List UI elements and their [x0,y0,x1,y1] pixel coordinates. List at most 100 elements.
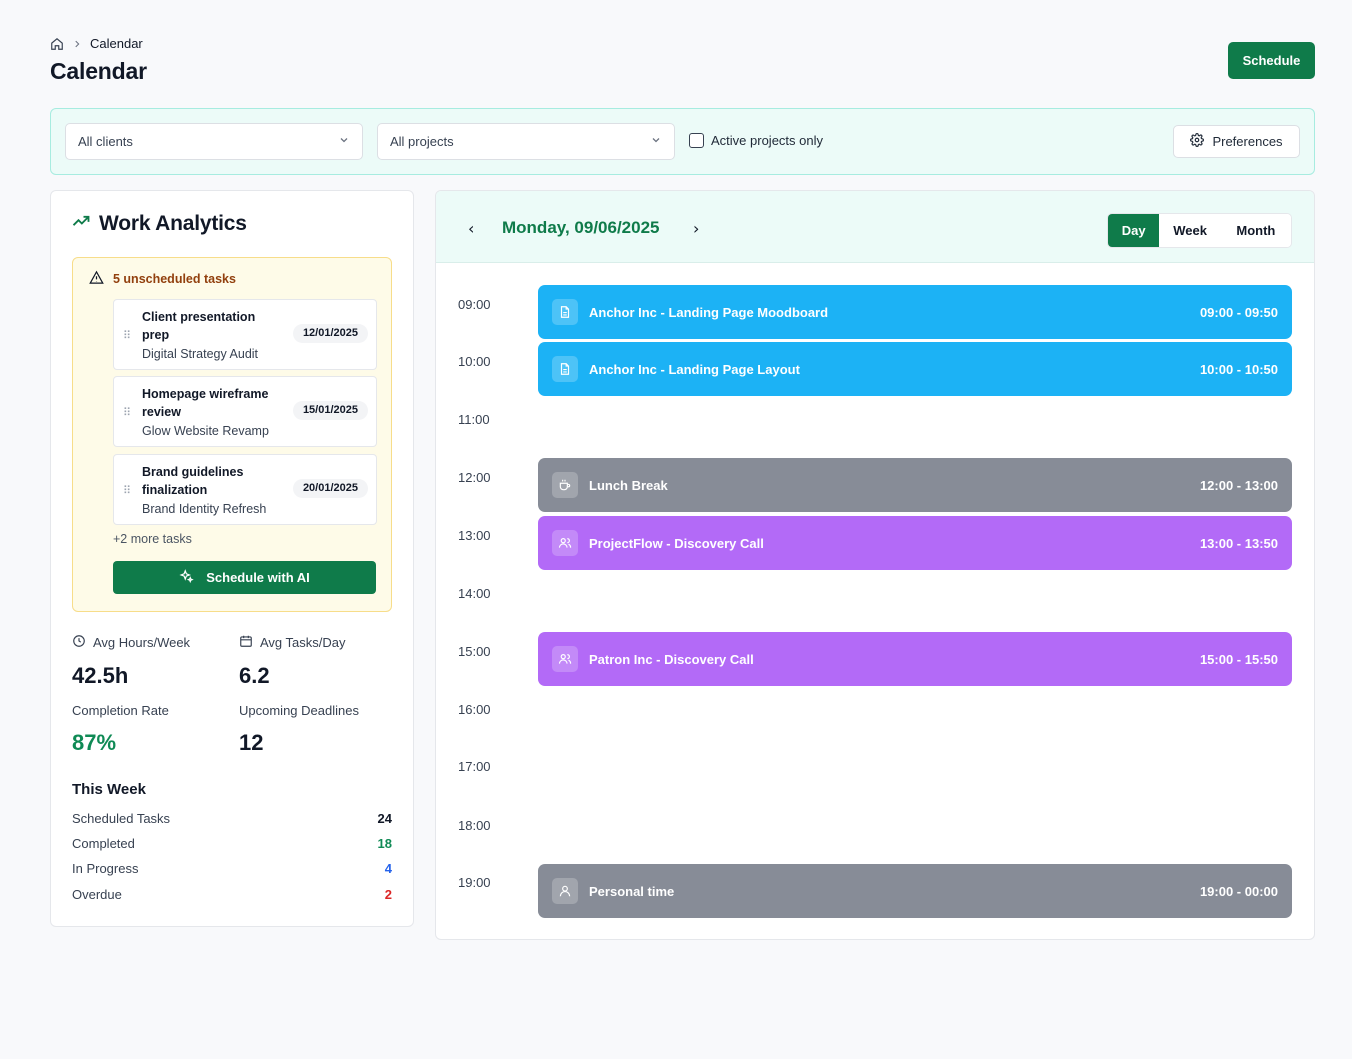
unscheduled-task-card[interactable]: ⠿ Client presentation prep Digital Strat… [113,299,377,370]
week-stat-value: 4 [384,861,392,876]
active-projects-label: Active projects only [711,133,823,148]
event-time: 13:00 - 13:50 [1199,535,1278,551]
unscheduled-tasks-box: 5 unscheduled tasks ⠿ Client presentatio… [72,257,392,612]
task-project: Brand Identity Refresh [142,502,267,516]
calendar-event[interactable]: ProjectFlow - Discovery Call 13:00 - 13:… [538,516,1292,570]
active-projects-checkbox[interactable] [689,133,704,148]
drag-handle-icon[interactable]: ⠿ [123,484,131,497]
users-icon [552,530,578,556]
calendar-event[interactable]: Lunch Break 12:00 - 13:00 [538,458,1292,512]
event-time: 10:00 - 10:50 [1199,361,1278,377]
event-title: Anchor Inc - Landing Page Layout [589,361,800,377]
task-due-date-badge: 20/01/2025 [292,479,368,498]
calendar-panel: ‹ Monday, 09/06/2025 › Day Week Month 09… [435,190,1315,940]
week-stat-row: In Progress 4 [72,861,392,876]
event-time: 09:00 - 09:50 [1199,304,1278,320]
active-projects-toggle[interactable]: Active projects only [689,133,823,148]
time-label: 18:00 [458,818,491,833]
completion-rate-label: Completion Rate [72,703,169,718]
task-title: Homepage wireframe review [142,387,269,419]
gear-icon [1190,133,1205,150]
clients-select[interactable]: All clients [65,123,363,160]
week-stat-label: Completed [72,836,135,851]
avg-hours-value: 42.5h [72,663,129,688]
clients-select-value: All clients [78,134,133,149]
view-day-button[interactable]: Day [1108,214,1160,247]
calendar-event[interactable]: Anchor Inc - Landing Page Moodboard 09:0… [538,285,1292,339]
task-project: Digital Strategy Audit [142,347,259,361]
time-label: 12:00 [458,470,491,485]
analytics-title: Work Analytics [71,211,247,237]
users-icon [552,646,578,672]
event-title: Lunch Break [589,477,668,493]
chevron-down-icon [338,134,350,149]
clock-icon [72,634,86,651]
drag-handle-icon[interactable]: ⠿ [123,406,131,419]
schedule-with-ai-button[interactable]: Schedule with AI [113,561,376,594]
breadcrumb-current: Calendar [90,36,143,51]
calendar-icon [239,634,253,651]
view-month-button[interactable]: Month [1220,214,1291,247]
unscheduled-heading-text: 5 unscheduled tasks [113,272,236,286]
week-stat-value: 18 [377,836,392,851]
unscheduled-task-card[interactable]: ⠿ Homepage wireframe review Glow Website… [113,376,377,447]
work-analytics-panel: Work Analytics 5 unscheduled tasks ⠿ Cli… [50,190,414,927]
event-title: ProjectFlow - Discovery Call [589,535,764,551]
home-icon[interactable] [50,37,64,51]
upcoming-deadlines-value: 12 [239,730,264,755]
schedule-button[interactable]: Schedule [1228,42,1315,79]
calendar-event[interactable]: Patron Inc - Discovery Call 15:00 - 15:5… [538,632,1292,686]
task-due-date-badge: 12/01/2025 [292,324,368,343]
time-label: 19:00 [458,875,491,890]
document-icon [552,299,578,325]
week-stat-row: Scheduled Tasks 24 [72,811,392,826]
time-label: 11:00 [458,412,490,427]
analytics-title-text: Work Analytics [99,212,247,235]
preferences-button[interactable]: Preferences [1173,125,1300,158]
sparkles-icon [179,568,194,587]
event-title: Patron Inc - Discovery Call [589,651,754,667]
week-stat-value: 24 [377,811,392,826]
projects-select[interactable]: All projects [377,123,675,160]
time-label: 09:00 [458,297,491,312]
avg-tasks-value: 6.2 [239,663,270,688]
user-icon [552,878,578,904]
previous-day-button[interactable]: ‹ [468,219,474,238]
avg-hours-stat: Avg Hours/Week 42.5h [72,634,190,689]
preferences-label: Preferences [1212,134,1283,149]
calendar-event[interactable]: Personal time 19:00 - 00:00 [538,864,1292,918]
view-week-button[interactable]: Week [1159,214,1221,247]
unscheduled-heading: 5 unscheduled tasks [89,270,236,288]
breadcrumb: Calendar [50,36,143,51]
upcoming-deadlines-stat: Upcoming Deadlines 12 [239,703,359,756]
drag-handle-icon[interactable]: ⠿ [123,329,131,342]
event-title: Anchor Inc - Landing Page Moodboard [589,304,829,320]
event-title: Personal time [589,883,675,899]
week-stat-label: In Progress [72,861,139,876]
next-day-button[interactable]: › [693,219,699,238]
calendar-event[interactable]: Anchor Inc - Landing Page Layout 10:00 -… [538,342,1292,396]
time-label: 14:00 [458,586,491,601]
chevron-right-icon [72,39,82,49]
unscheduled-task-card[interactable]: ⠿ Brand guidelines finalization Brand Id… [113,454,377,525]
calendar-header: ‹ Monday, 09/06/2025 › Day Week Month [436,191,1314,263]
task-project: Glow Website Revamp [142,424,269,438]
warning-icon [89,270,104,288]
time-label: 17:00 [458,759,491,774]
time-label: 16:00 [458,702,491,717]
document-icon [552,356,578,382]
page-title: Calendar [50,58,147,84]
avg-tasks-label: Avg Tasks/Day [260,635,346,650]
view-toggle: Day Week Month [1107,213,1292,248]
more-tasks-link[interactable]: +2 more tasks [113,532,192,546]
coffee-icon [552,472,578,498]
chevron-down-icon [650,134,662,149]
time-label: 15:00 [458,644,491,659]
week-stat-row: Completed 18 [72,836,392,851]
schedule-with-ai-label: Schedule with AI [206,570,310,585]
calendar-date: Monday, 09/06/2025 [502,218,660,237]
event-time: 19:00 - 00:00 [1199,883,1278,899]
task-due-date-badge: 15/01/2025 [292,401,368,420]
week-stat-value: 2 [384,887,392,902]
completion-rate-stat: Completion Rate 87% [72,703,169,756]
